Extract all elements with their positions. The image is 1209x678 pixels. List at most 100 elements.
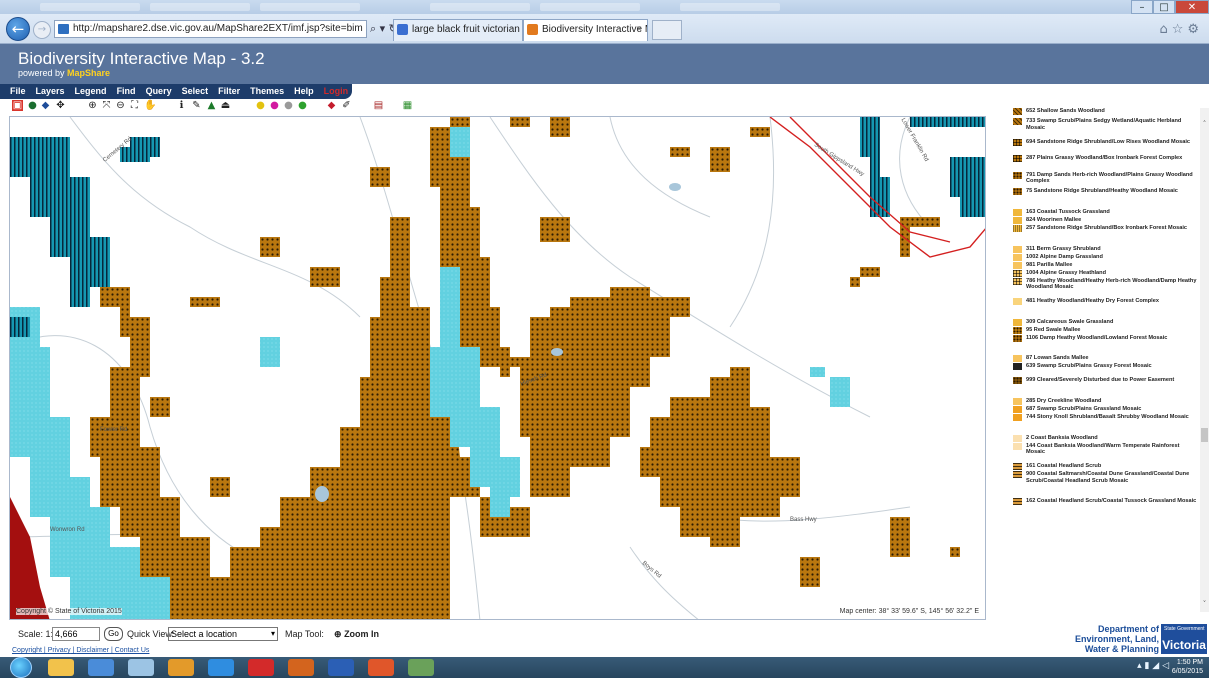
start-button[interactable] bbox=[10, 657, 32, 678]
explorer-icon[interactable] bbox=[48, 659, 74, 676]
scroll-up-icon[interactable]: ˄ bbox=[1200, 120, 1209, 129]
scroll-down-icon[interactable]: ˅ bbox=[1200, 600, 1209, 609]
tab-label: Biodiversity Interactive Map bbox=[542, 24, 647, 35]
overview-icon[interactable]: ▣ bbox=[12, 100, 23, 111]
zoom-extent-icon[interactable]: ⛶ bbox=[129, 100, 140, 111]
scroll-thumb[interactable] bbox=[1201, 428, 1208, 442]
legend-swatch bbox=[1013, 225, 1022, 232]
address-bar[interactable]: http://mapshare2.dse.vic.gov.au/MapShare… bbox=[54, 20, 367, 38]
state-government-text: State Government bbox=[1164, 626, 1205, 632]
draw-icon[interactable]: ✐ bbox=[341, 100, 352, 111]
legend-label: 163 Coastal Tussock Grassland bbox=[1026, 209, 1110, 215]
pan-icon[interactable]: ✥ bbox=[55, 100, 66, 111]
zoom-in-icon[interactable]: ⊕ bbox=[87, 100, 98, 111]
background-tab[interactable] bbox=[150, 3, 250, 11]
menu-help[interactable]: Help bbox=[294, 84, 314, 99]
address-text: http://mapshare2.dse.vic.gov.au/MapShare… bbox=[73, 23, 363, 34]
menu-select[interactable]: Select bbox=[182, 84, 209, 99]
background-tab[interactable] bbox=[260, 3, 360, 11]
pin-yellow-icon[interactable]: ● bbox=[255, 100, 266, 111]
legend-swatch bbox=[1013, 261, 1022, 269]
app-title: Biodiversity Interactive Map - 3.2 bbox=[18, 49, 265, 68]
maximize-icon[interactable]: □ bbox=[1153, 0, 1175, 14]
minimize-icon[interactable]: – bbox=[1131, 0, 1153, 14]
legend-label: 791 Damp Sands Herb-rich Woodland/Plains… bbox=[1026, 171, 1193, 185]
app-icon[interactable] bbox=[368, 659, 394, 676]
privacy-link[interactable]: Privacy bbox=[48, 647, 71, 654]
legend-label: 1106 Damp Heathy Woodland/Lowland Forest… bbox=[1026, 334, 1168, 341]
app-icon[interactable] bbox=[88, 659, 114, 676]
tab-close-icon[interactable]: × bbox=[636, 20, 642, 40]
legend-label: 311 Berm Grassy Shrubland bbox=[1026, 245, 1101, 252]
pin-magenta-icon[interactable]: ● bbox=[269, 100, 280, 111]
quick-view-select[interactable]: Select a location ▾ bbox=[168, 627, 278, 641]
menu-find[interactable]: Find bbox=[117, 84, 136, 99]
app-icon[interactable] bbox=[408, 659, 434, 676]
system-tray[interactable]: ▴ ▮ ◢ ◁ bbox=[1137, 661, 1169, 671]
export-icon[interactable]: ▦ bbox=[402, 100, 413, 111]
pin-grey-icon[interactable]: ● bbox=[283, 100, 294, 111]
legend-swatch bbox=[1013, 217, 1022, 224]
legend-label: 1004 Alpine Grassy Heathland bbox=[1026, 269, 1107, 276]
hand-icon[interactable]: ✋ bbox=[144, 100, 156, 111]
app-icon[interactable] bbox=[168, 659, 194, 676]
background-tab[interactable] bbox=[430, 3, 530, 11]
legend-label: 744 Stony Knoll Shrubland/Basalt Shrubby… bbox=[1026, 414, 1189, 420]
legend-scrollbar[interactable]: ˄ ˅ bbox=[1200, 108, 1209, 612]
info-icon[interactable]: ℹ bbox=[176, 100, 187, 111]
legend-label: 687 Swamp Scrub/Plains Grassland Mosaic bbox=[1026, 406, 1142, 412]
new-tab-button[interactable] bbox=[652, 20, 682, 40]
menu-login[interactable]: Login bbox=[324, 84, 349, 99]
legend-swatch bbox=[1013, 498, 1022, 506]
menu-query[interactable]: Query bbox=[146, 84, 172, 99]
legend-swatch bbox=[1013, 269, 1022, 277]
scale-input[interactable]: 4,666 bbox=[52, 627, 100, 641]
chevron-down-icon: ▾ bbox=[270, 629, 275, 638]
layers-icon[interactable]: ▲ bbox=[206, 100, 217, 111]
disclaimer-link[interactable]: Disclaimer bbox=[76, 647, 109, 654]
globe-icon[interactable]: ● bbox=[27, 100, 38, 111]
firefox-icon[interactable] bbox=[288, 659, 314, 676]
acrobat-icon[interactable] bbox=[248, 659, 274, 676]
print-area-icon[interactable]: ⏏ bbox=[220, 100, 231, 111]
contact-link[interactable]: Contact Us bbox=[115, 647, 150, 654]
road-label: Fowler Rd bbox=[100, 427, 128, 433]
print-icon[interactable]: ▤ bbox=[373, 100, 384, 111]
tab-search[interactable]: large black fruit victorian weed... bbox=[393, 19, 523, 41]
map-canvas[interactable]: Wonwron Rd Fowler Rd South Gippsland Hwy… bbox=[9, 116, 986, 620]
back-button[interactable]: ← bbox=[6, 17, 30, 41]
measure-icon[interactable]: ✎ bbox=[191, 100, 202, 111]
erase-icon[interactable]: ◆ bbox=[326, 100, 337, 111]
legend-swatch bbox=[1013, 138, 1022, 146]
menu-filter[interactable]: Filter bbox=[218, 84, 240, 99]
pin-green-icon[interactable]: ● bbox=[297, 100, 308, 111]
go-button[interactable]: Go bbox=[104, 627, 123, 641]
zoom-out-icon[interactable]: ⊖ bbox=[115, 100, 126, 111]
menu-file[interactable]: File bbox=[10, 84, 26, 99]
menu-bar: File Layers Legend Find Query Select Fil… bbox=[0, 84, 1209, 99]
background-tab[interactable] bbox=[540, 3, 640, 11]
background-tab[interactable] bbox=[40, 3, 140, 11]
legend-panel[interactable]: 652 Shallow Sands Woodland 733 Swamp Scru… bbox=[1010, 108, 1198, 612]
clock[interactable]: 1:50 PM 6/05/2015 bbox=[1172, 658, 1203, 676]
internet-explorer-icon[interactable] bbox=[208, 659, 234, 676]
copyright-link[interactable]: Copyright bbox=[12, 647, 42, 654]
forward-button[interactable]: → bbox=[33, 21, 51, 39]
footer-links: Copyright | Privacy | Disclaimer | Conta… bbox=[12, 647, 150, 654]
legend-label: 309 Calcareous Swale Grassland bbox=[1026, 318, 1114, 325]
map-image[interactable] bbox=[10, 117, 986, 620]
browser-tools[interactable]: ⌂☆⚙ bbox=[1159, 21, 1203, 39]
app-header: Biodiversity Interactive Map - 3.2 power… bbox=[0, 44, 1209, 84]
menu-legend[interactable]: Legend bbox=[75, 84, 107, 99]
tab-biodiversity-map[interactable]: Biodiversity Interactive Map × bbox=[523, 19, 648, 41]
background-tab[interactable] bbox=[680, 3, 780, 11]
map-tool-label: Map Tool: bbox=[285, 629, 324, 639]
legend-label: 161 Coastal Headland Scrub bbox=[1026, 463, 1102, 470]
app-icon[interactable] bbox=[128, 659, 154, 676]
menu-themes[interactable]: Themes bbox=[250, 84, 284, 99]
close-window-icon[interactable]: ✕ bbox=[1175, 0, 1209, 14]
zoom-full-icon[interactable]: ⤧ bbox=[101, 100, 112, 111]
bookmark-icon[interactable]: ◆ bbox=[40, 100, 51, 111]
menu-layers[interactable]: Layers bbox=[36, 84, 65, 99]
word-icon[interactable] bbox=[328, 659, 354, 676]
